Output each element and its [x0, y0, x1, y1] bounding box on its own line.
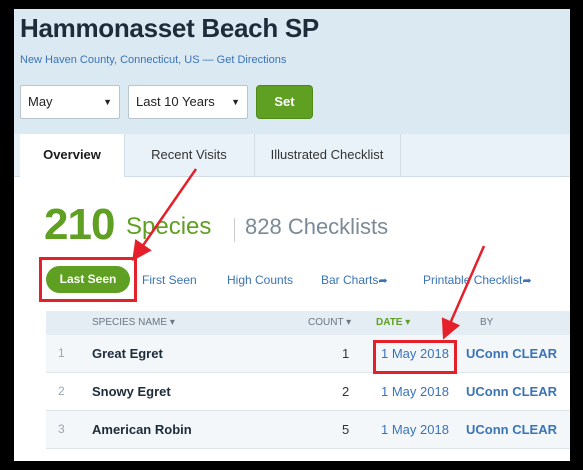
arrow-to-date-icon [441, 245, 486, 340]
page-frame: Hammonasset Beach SP New Haven County, C… [14, 9, 570, 461]
arrow-to-last-seen-icon [132, 168, 198, 262]
annotation-arrows [132, 168, 486, 340]
